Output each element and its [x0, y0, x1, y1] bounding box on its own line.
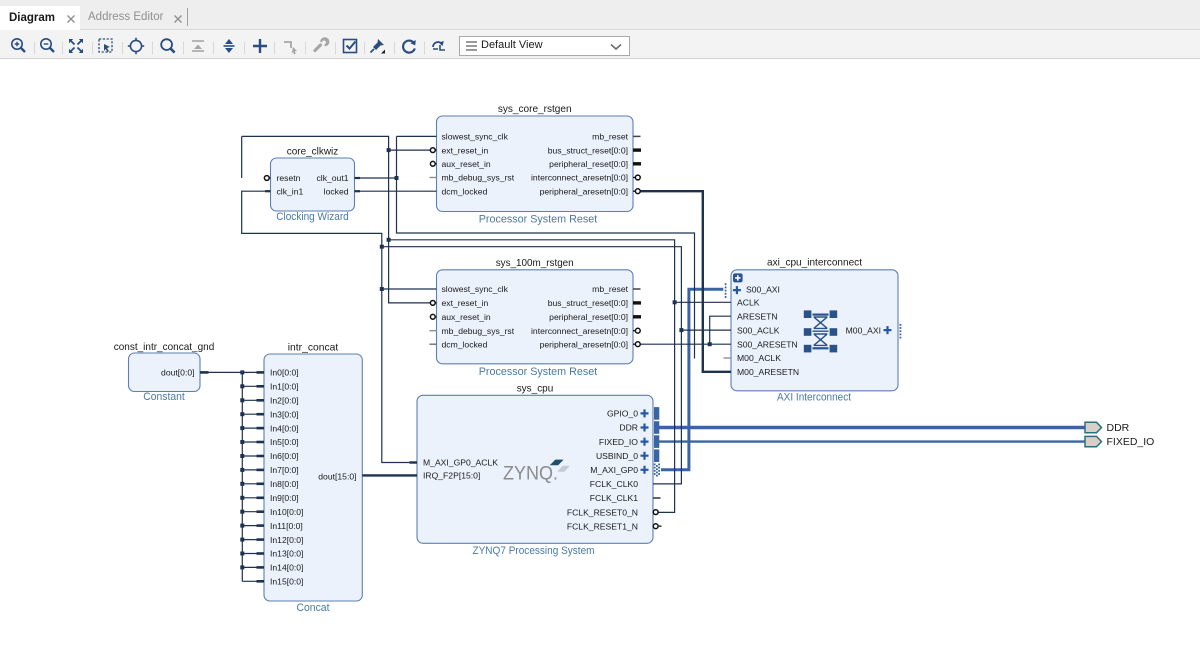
- svg-text:locked: locked: [324, 186, 349, 196]
- svg-text:S00_AXI: S00_AXI: [746, 285, 780, 295]
- svg-text:peripheral_aresetn[0:0]: peripheral_aresetn[0:0]: [540, 339, 628, 349]
- svg-text:FIXED_IO: FIXED_IO: [1107, 436, 1155, 448]
- svg-text:peripheral_reset[0:0]: peripheral_reset[0:0]: [549, 312, 628, 322]
- svg-text:resetn: resetn: [277, 173, 301, 183]
- svg-text:ext_reset_in: ext_reset_in: [442, 298, 489, 308]
- svg-text:GPIO_0: GPIO_0: [607, 409, 638, 419]
- svg-text:clk_out1: clk_out1: [316, 173, 348, 183]
- svg-text:slowest_sync_clk: slowest_sync_clk: [442, 132, 509, 142]
- svg-text:interconnect_aresetn[0:0]: interconnect_aresetn[0:0]: [531, 173, 628, 183]
- svg-text:In8[0:0]: In8[0:0]: [270, 479, 299, 489]
- svg-text:DDR: DDR: [619, 423, 638, 433]
- svg-text:ext_reset_in: ext_reset_in: [442, 145, 489, 155]
- svg-text:Constant: Constant: [143, 391, 185, 403]
- svg-text:bus_struct_reset[0:0]: bus_struct_reset[0:0]: [548, 145, 628, 155]
- svg-text:intr_concat: intr_concat: [288, 342, 339, 354]
- svg-text:In2[0:0]: In2[0:0]: [270, 396, 299, 406]
- svg-text:IRQ_F2P[15:0]: IRQ_F2P[15:0]: [423, 471, 480, 481]
- svg-text:dout[0:0]: dout[0:0]: [161, 368, 194, 378]
- svg-text:Processor System Reset: Processor System Reset: [479, 214, 598, 226]
- svg-text:peripheral_reset[0:0]: peripheral_reset[0:0]: [549, 159, 628, 169]
- svg-text:sys_cpu: sys_cpu: [517, 383, 554, 395]
- svg-text:core_clkwiz: core_clkwiz: [287, 146, 339, 158]
- svg-text:In0[0:0]: In0[0:0]: [270, 368, 299, 378]
- svg-text:interconnect_aresetn[0:0]: interconnect_aresetn[0:0]: [531, 326, 628, 336]
- svg-text:In9[0:0]: In9[0:0]: [270, 493, 299, 503]
- svg-text:ZYNQ7 Processing System: ZYNQ7 Processing System: [473, 545, 595, 557]
- svg-text:In6[0:0]: In6[0:0]: [270, 451, 299, 461]
- svg-text:In12[0:0]: In12[0:0]: [270, 535, 303, 545]
- svg-text:slowest_sync_clk: slowest_sync_clk: [442, 284, 509, 294]
- svg-text:S00_ACLK: S00_ACLK: [737, 325, 780, 335]
- svg-text:Processor System Reset: Processor System Reset: [479, 366, 598, 378]
- svg-text:FCLK_CLK1: FCLK_CLK1: [590, 493, 638, 503]
- svg-text:axi_cpu_interconnect: axi_cpu_interconnect: [767, 257, 862, 269]
- svg-text:FCLK_RESET1_N: FCLK_RESET1_N: [567, 521, 638, 531]
- svg-text:sys_core_rstgen: sys_core_rstgen: [498, 103, 572, 115]
- svg-text:aux_reset_in: aux_reset_in: [442, 159, 491, 169]
- svg-text:M_AXI_GP0: M_AXI_GP0: [590, 465, 638, 475]
- svg-text:S00_ARESETN: S00_ARESETN: [737, 339, 798, 349]
- svg-text:dcm_locked: dcm_locked: [442, 186, 488, 196]
- svg-text:const_intr_concat_gnd: const_intr_concat_gnd: [114, 341, 215, 353]
- svg-text:In7[0:0]: In7[0:0]: [270, 465, 299, 475]
- svg-text:ACLK: ACLK: [737, 298, 760, 308]
- svg-text:M_AXI_GP0_ACLK: M_AXI_GP0_ACLK: [423, 458, 498, 468]
- svg-text:M00_AXI: M00_AXI: [846, 325, 881, 335]
- svg-text:In4[0:0]: In4[0:0]: [270, 423, 299, 433]
- svg-text:bus_struct_reset[0:0]: bus_struct_reset[0:0]: [548, 298, 628, 308]
- svg-text:USBIND_0: USBIND_0: [596, 451, 638, 461]
- svg-text:FCLK_RESET0_N: FCLK_RESET0_N: [567, 507, 638, 517]
- svg-text:In3[0:0]: In3[0:0]: [270, 409, 299, 419]
- svg-text:Concat: Concat: [297, 602, 330, 614]
- svg-text:In14[0:0]: In14[0:0]: [270, 563, 303, 573]
- svg-text:In10[0:0]: In10[0:0]: [270, 507, 303, 517]
- svg-text:mb_debug_sys_rst: mb_debug_sys_rst: [442, 326, 515, 336]
- svg-text:clk_in1: clk_in1: [277, 186, 304, 196]
- svg-text:In11[0:0]: In11[0:0]: [270, 521, 303, 531]
- svg-text:ARESETN: ARESETN: [737, 311, 778, 321]
- svg-text:dout[15:0]: dout[15:0]: [318, 472, 356, 482]
- svg-text:ZYNQ.: ZYNQ.: [503, 464, 558, 485]
- svg-text:AXI Interconnect: AXI Interconnect: [777, 392, 851, 404]
- svg-text:In15[0:0]: In15[0:0]: [270, 577, 303, 587]
- svg-text:In5[0:0]: In5[0:0]: [270, 437, 299, 447]
- svg-text:dcm_locked: dcm_locked: [442, 339, 488, 349]
- svg-text:mb_reset: mb_reset: [592, 284, 628, 294]
- svg-text:sys_100m_rstgen: sys_100m_rstgen: [496, 257, 574, 269]
- svg-text:DDR: DDR: [1107, 422, 1130, 434]
- svg-text:aux_reset_in: aux_reset_in: [442, 312, 491, 322]
- svg-text:mb_reset: mb_reset: [592, 132, 628, 142]
- svg-text:Clocking Wizard: Clocking Wizard: [276, 211, 349, 223]
- svg-text:FIXED_IO: FIXED_IO: [599, 437, 638, 447]
- svg-text:peripheral_aresetn[0:0]: peripheral_aresetn[0:0]: [540, 186, 628, 196]
- svg-text:mb_debug_sys_rst: mb_debug_sys_rst: [442, 173, 515, 183]
- svg-text:In1[0:0]: In1[0:0]: [270, 382, 299, 392]
- svg-text:M00_ARESETN: M00_ARESETN: [737, 367, 799, 377]
- svg-text:FCLK_CLK0: FCLK_CLK0: [590, 479, 638, 489]
- svg-text:M00_ACLK: M00_ACLK: [737, 353, 781, 363]
- svg-text:In13[0:0]: In13[0:0]: [270, 549, 303, 559]
